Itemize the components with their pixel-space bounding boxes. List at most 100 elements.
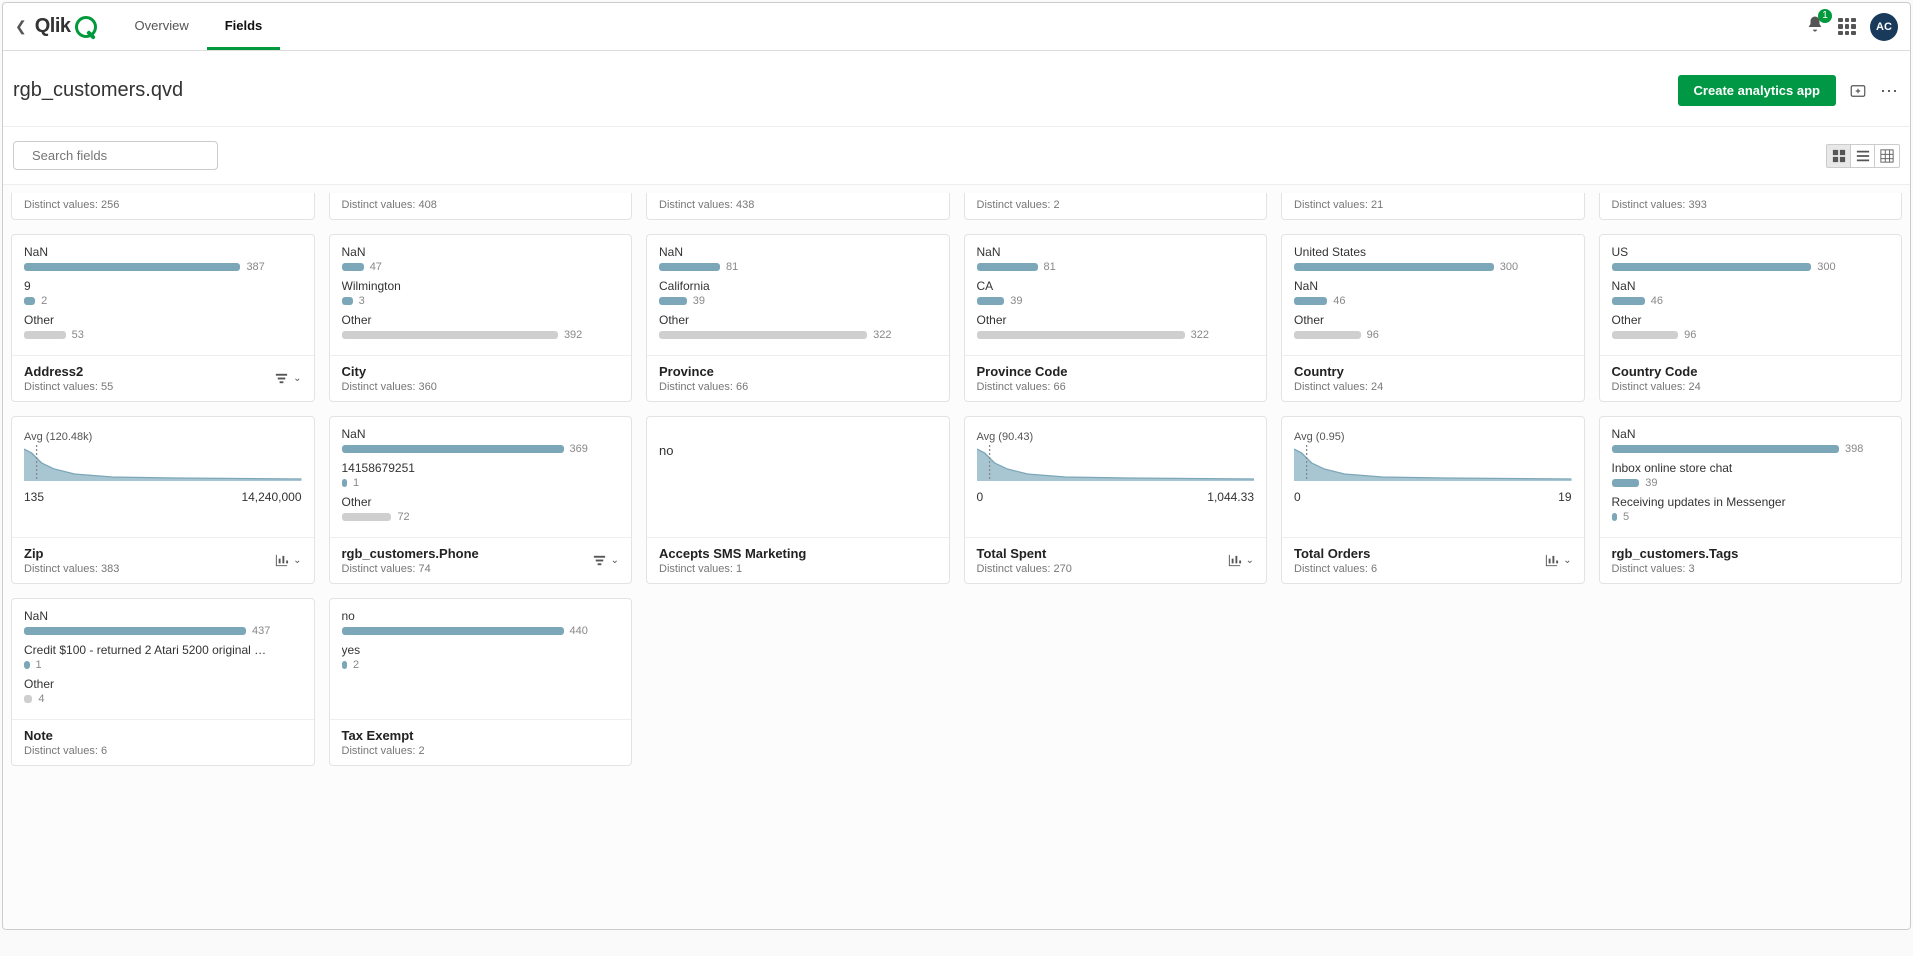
dist-label: NaN	[1612, 279, 1890, 293]
card-view-menu[interactable]: ⌄	[274, 371, 301, 386]
field-card[interactable]: no 440 yes 2 Tax Exempt Distinct values:…	[329, 598, 633, 766]
field-card[interactable]: United States 300 NaN 46 Other 96	[1281, 234, 1585, 402]
distinct-values: Distinct values: 408	[342, 199, 620, 211]
dist-row: NaN 387	[24, 245, 302, 273]
back-chevron-icon[interactable]: ❮	[15, 18, 27, 35]
filter-icon	[274, 371, 289, 386]
field-card[interactable]: Avg (0.95) 019 Total Orders Distinct val…	[1281, 416, 1585, 584]
logo-q-icon	[75, 16, 97, 38]
dist-bar	[342, 297, 353, 305]
view-table-button[interactable]	[1875, 145, 1899, 167]
qlik-logo[interactable]: Qlik	[35, 15, 97, 38]
card-footer: Country Code Distinct values: 24	[1600, 355, 1902, 401]
card-body: Avg (120.48k) 13514,240,000	[12, 417, 314, 537]
card-view-menu[interactable]: ⌄	[1227, 553, 1254, 568]
card-footer: Note Distinct values: 6	[12, 719, 314, 765]
create-analytics-app-button[interactable]: Create analytics app	[1678, 75, 1836, 106]
card-view-menu[interactable]: ⌄	[274, 553, 301, 568]
dist-count: 39	[1010, 295, 1022, 307]
field-card[interactable]: NaN 81 California 39 Other 322	[646, 234, 950, 402]
dist-label: Other	[24, 313, 302, 327]
field-card-partial[interactable]: Distinct values: 256	[11, 193, 315, 220]
more-menu-button[interactable]: ⋯	[1880, 82, 1900, 100]
tab-fields[interactable]: Fields	[207, 3, 281, 50]
view-toggle	[1826, 144, 1900, 168]
card-footer: City Distinct values: 360	[330, 355, 632, 401]
card-footer: Distinct values: 438	[647, 193, 949, 219]
title-bar: rgb_customers.qvd Create analytics app ⋯	[3, 51, 1910, 127]
dist-row: Other 53	[24, 313, 302, 341]
card-body: NaN 47 Wilmington 3 Other 392	[330, 235, 632, 355]
dist-label: California	[659, 279, 937, 293]
dist-row: NaN 437	[24, 609, 302, 637]
dist-label: NaN	[342, 245, 620, 259]
card-body: Avg (90.43) 01,044.33	[965, 417, 1267, 537]
view-list-button[interactable]	[1851, 145, 1875, 167]
fields-grid-scroll[interactable]: Distinct values: 256 Distinct values: 40…	[3, 185, 1910, 929]
dist-count: 39	[693, 295, 705, 307]
search-input[interactable]	[32, 148, 208, 163]
field-card[interactable]: NaN 47 Wilmington 3 Other 392	[329, 234, 633, 402]
grid-icon	[1832, 149, 1846, 163]
avatar[interactable]: AC	[1870, 13, 1898, 41]
field-card[interactable]: NaN 437 Credit $100 - returned 2 Atari 5…	[11, 598, 315, 766]
dist-label: Other	[342, 313, 620, 327]
field-card[interactable]: NaN 387 9 2 Other 53	[11, 234, 315, 402]
notifications-button[interactable]: 1	[1806, 15, 1824, 38]
dist-bar	[977, 263, 1038, 271]
dist-count: 1	[353, 477, 359, 489]
dist-bar	[24, 627, 246, 635]
table-icon	[1880, 149, 1894, 163]
dist-bar	[342, 479, 348, 487]
tab-overview[interactable]: Overview	[117, 3, 207, 50]
field-card-partial[interactable]: Distinct values: 393	[1599, 193, 1903, 220]
view-grid-button[interactable]	[1827, 145, 1851, 167]
add-to-space-button[interactable]	[1846, 79, 1870, 103]
card-body: NaN 437 Credit $100 - returned 2 Atari 5…	[12, 599, 314, 719]
field-card[interactable]: Avg (120.48k) 13514,240,000 Zip Distinct…	[11, 416, 315, 584]
card-footer: rgb_customers.Phone Distinct values: 74 …	[330, 537, 632, 583]
field-card[interactable]: NaN 81 CA 39 Other 322	[964, 234, 1268, 402]
card-body: no 440 yes 2	[330, 599, 632, 719]
field-card[interactable]: US 300 NaN 46 Other 96	[1599, 234, 1903, 402]
dist-label: Other	[342, 495, 620, 509]
dist-count: 5	[1623, 511, 1629, 523]
dist-label: Wilmington	[342, 279, 620, 293]
field-card-partial[interactable]: Distinct values: 21	[1281, 193, 1585, 220]
field-card-partial[interactable]: Distinct values: 438	[646, 193, 950, 220]
field-card[interactable]: NaN 398 Inbox online store chat 39 Recei…	[1599, 416, 1903, 584]
field-name: Zip	[24, 546, 119, 561]
dist-bar	[1612, 297, 1645, 305]
dist-bar	[1294, 263, 1494, 271]
dist-row: NaN 46	[1294, 279, 1572, 307]
field-card[interactable]: Avg (90.43) 01,044.33 Total Spent Distin…	[964, 416, 1268, 584]
dist-row: Other 392	[342, 313, 620, 341]
field-name: Total Orders	[1294, 546, 1377, 561]
card-view-menu[interactable]: ⌄	[1544, 553, 1571, 568]
dist-bar	[342, 445, 564, 453]
dist-count: 300	[1817, 261, 1835, 273]
dist-row: California 39	[659, 279, 937, 307]
dist-count: 96	[1367, 329, 1379, 341]
field-card[interactable]: no Accepts SMS Marketing Distinct values…	[646, 416, 950, 584]
app-launcher-icon[interactable]	[1838, 18, 1856, 36]
dist-bar	[1612, 513, 1618, 521]
dist-label: NaN	[342, 427, 620, 441]
notification-badge: 1	[1818, 9, 1832, 23]
field-card-partial[interactable]: Distinct values: 2	[964, 193, 1268, 220]
field-name: Total Spent	[977, 546, 1072, 561]
field-card-partial[interactable]: Distinct values: 408	[329, 193, 633, 220]
dist-label: United States	[1294, 245, 1572, 259]
distinct-values: Distinct values: 3	[1612, 563, 1739, 575]
field-card[interactable]: NaN 369 14158679251 1 Other 72	[329, 416, 633, 584]
search-fields-box[interactable]	[13, 141, 218, 170]
sparkline: Avg (120.48k) 13514,240,000	[24, 427, 302, 507]
max-value: 1,044.33	[1207, 490, 1254, 504]
dist-label: no	[342, 609, 620, 623]
dist-bar	[1294, 331, 1361, 339]
dist-count: 53	[72, 329, 84, 341]
card-view-menu[interactable]: ⌄	[592, 553, 619, 568]
single-value: no	[659, 427, 937, 458]
dist-count: 437	[252, 625, 270, 637]
chevron-down-icon: ⌄	[611, 555, 619, 566]
